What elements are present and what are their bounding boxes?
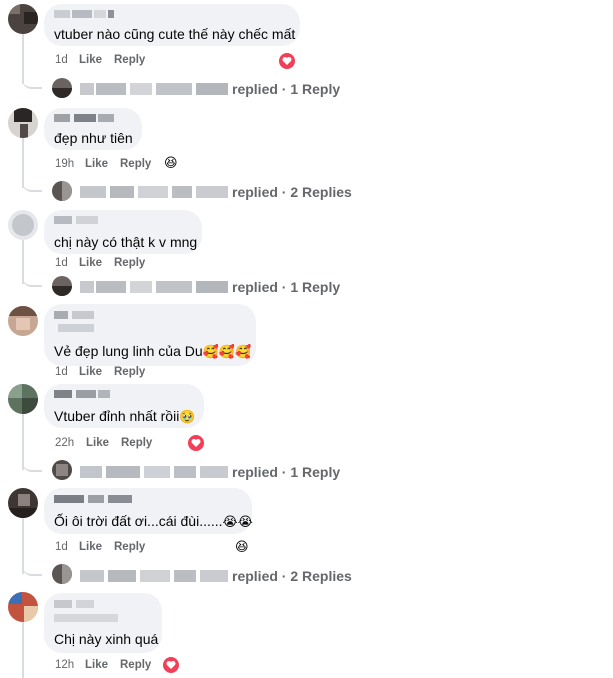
comment-time[interactable]: 1d	[55, 257, 68, 269]
comment-time[interactable]: 19h	[55, 158, 74, 170]
author-name[interactable]	[54, 495, 132, 503]
reply-avatar[interactable]	[52, 78, 72, 98]
reply-avatar[interactable]	[52, 276, 72, 296]
comment-time[interactable]: 1d	[55, 541, 68, 553]
avatar[interactable]	[8, 592, 38, 622]
view-replies-link[interactable]: replied · 2 Replies	[232, 184, 352, 200]
reply-button[interactable]: Reply	[121, 437, 152, 449]
reply-author-names[interactable]	[80, 466, 228, 478]
comment-text: vtuber nào cũng cute thế này chếc mất	[54, 26, 296, 42]
avatar[interactable]	[8, 384, 38, 414]
avatar[interactable]	[8, 306, 38, 336]
comment-time[interactable]: 1d	[55, 366, 68, 378]
like-button[interactable]: Like	[86, 437, 109, 449]
reply-avatar[interactable]	[52, 181, 72, 201]
author-badge	[54, 614, 118, 622]
author-name[interactable]	[54, 10, 114, 18]
heart-reaction-icon[interactable]	[278, 52, 296, 70]
like-button[interactable]: Like	[85, 659, 108, 671]
reply-button[interactable]: Reply	[120, 659, 151, 671]
comment-text: chị này có thật k v mng	[54, 234, 198, 250]
like-button[interactable]: Like	[79, 366, 102, 378]
reply-author-names[interactable]	[80, 83, 228, 95]
reply-button[interactable]: Reply	[114, 257, 145, 269]
reply-author-names[interactable]	[80, 186, 228, 198]
avatar[interactable]	[8, 4, 38, 34]
author-name[interactable]	[54, 311, 94, 319]
avatar[interactable]	[8, 108, 38, 138]
reply-author-names[interactable]	[80, 570, 228, 582]
reply-button[interactable]: Reply	[114, 366, 145, 378]
author-name[interactable]	[54, 390, 110, 398]
reply-avatar[interactable]	[52, 564, 72, 584]
author-name[interactable]	[54, 114, 114, 122]
like-button[interactable]: Like	[79, 54, 102, 66]
heart-reaction-icon[interactable]	[187, 434, 205, 452]
reply-author-names[interactable]	[80, 281, 228, 293]
reply-button[interactable]: Reply	[120, 158, 151, 170]
like-button[interactable]: Like	[79, 541, 102, 553]
avatar[interactable]	[8, 210, 38, 240]
crying-emojis: 😭😭	[222, 514, 253, 529]
comment-text: Vẻ đẹp lung linh của Du🥰🥰🥰	[54, 343, 252, 359]
comment-time[interactable]: 1d	[55, 54, 68, 66]
author-name[interactable]	[54, 216, 98, 224]
reply-avatar[interactable]	[52, 460, 72, 480]
view-replies-link[interactable]: replied · 1 Reply	[232, 81, 340, 97]
comment-time[interactable]: 12h	[55, 659, 74, 671]
haha-reaction-icon[interactable]: 😆	[164, 156, 178, 169]
comment-text: đẹp như tiên	[54, 130, 133, 146]
reply-button[interactable]: Reply	[114, 541, 145, 553]
view-replies-link[interactable]: replied · 2 Replies	[232, 568, 352, 584]
author-badge	[58, 324, 94, 332]
comment-time[interactable]: 22h	[55, 437, 74, 449]
like-button[interactable]: Like	[85, 158, 108, 170]
pleading-emoji: 🥹	[179, 409, 196, 424]
love-emojis: 🥰🥰🥰	[202, 344, 252, 359]
heart-reaction-icon[interactable]	[162, 656, 180, 674]
view-replies-link[interactable]: replied · 1 Reply	[232, 464, 340, 480]
like-button[interactable]: Like	[79, 257, 102, 269]
comment-text: Ối ôi trời đất ơi...cái đùi......😭😭	[54, 513, 253, 529]
comment-text: Chị này xinh quá	[54, 631, 159, 647]
comment-text: Vtuber đỉnh nhất rồii🥹	[54, 408, 196, 424]
haha-reaction-icon[interactable]: 😆	[235, 540, 249, 553]
view-replies-link[interactable]: replied · 1 Reply	[232, 279, 340, 295]
avatar[interactable]	[8, 488, 38, 518]
author-name[interactable]	[54, 600, 94, 608]
reply-button[interactable]: Reply	[114, 54, 145, 66]
